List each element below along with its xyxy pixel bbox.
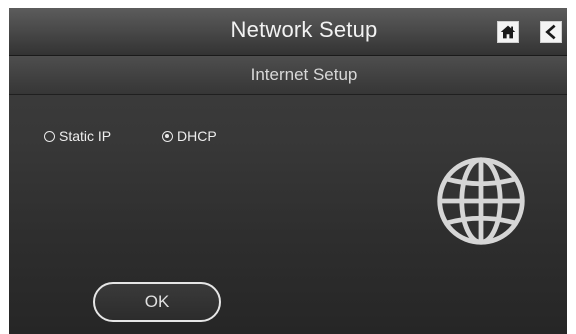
dhcp-radio[interactable]: DHCP <box>162 126 217 146</box>
home-icon <box>500 25 516 39</box>
dhcp-label: DHCP <box>177 128 217 144</box>
device-screen: Network Setup Internet Setup Static IP D… <box>9 8 567 334</box>
globe-icon <box>437 157 525 245</box>
ok-button[interactable]: OK <box>93 282 221 322</box>
back-arrow-icon <box>545 24 556 40</box>
title-bar: Network Setup <box>9 8 567 56</box>
radio-unchecked-icon <box>44 130 55 142</box>
sub-header: Internet Setup <box>9 56 567 95</box>
static-ip-label: Static IP <box>59 128 112 144</box>
home-button[interactable] <box>497 21 519 43</box>
radio-checked-icon <box>162 130 173 142</box>
section-title: Internet Setup <box>250 65 358 84</box>
page-title: Network Setup <box>230 17 378 42</box>
back-button[interactable] <box>540 21 562 43</box>
static-ip-radio[interactable]: Static IP <box>44 126 111 146</box>
